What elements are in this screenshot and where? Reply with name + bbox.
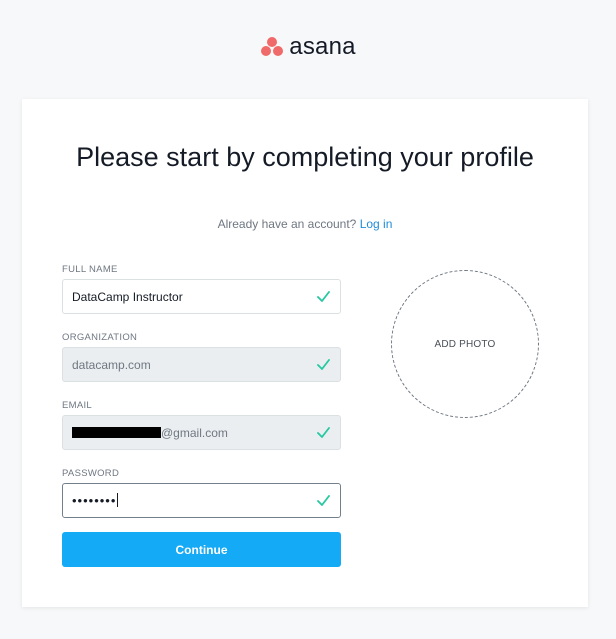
page-title: Please start by completing your profile <box>76 142 534 172</box>
login-link[interactable]: Log in <box>360 217 393 231</box>
asana-logo: asana <box>0 33 616 61</box>
full-name-value: DataCamp Instructor <box>72 289 183 304</box>
checkmark-icon <box>317 291 330 302</box>
checkmark-icon <box>317 495 330 506</box>
password-field[interactable]: •••••••• <box>62 483 341 518</box>
email-value: @gmail.com <box>72 426 340 440</box>
checkmark-icon <box>317 359 330 370</box>
login-prompt-text: Already have an account? <box>217 217 357 231</box>
full-name-field[interactable]: DataCamp Instructor <box>62 279 341 314</box>
organization-value: datacamp.com <box>72 357 151 372</box>
asana-logo-icon <box>260 37 284 57</box>
password-label: PASSWORD <box>62 468 120 479</box>
continue-button[interactable]: Continue <box>62 532 341 567</box>
text-caret <box>117 493 119 507</box>
email-label: EMAIL <box>62 400 93 411</box>
brand-name: asana <box>289 33 356 60</box>
add-photo-label: ADD PHOTO <box>434 338 496 350</box>
full-name-label: FULL NAME <box>62 264 118 275</box>
profile-card: Please start by completing your profile … <box>22 99 588 607</box>
email-field[interactable]: @gmail.com <box>62 415 341 450</box>
checkmark-icon <box>317 427 330 438</box>
redacted-block <box>72 426 161 438</box>
organization-label: ORGANIZATION <box>62 332 138 343</box>
login-prompt: Already have an account? Log in <box>22 217 588 231</box>
organization-field[interactable]: datacamp.com <box>62 347 341 382</box>
email-suffix: @gmail.com <box>161 425 228 440</box>
password-value: •••••••• <box>72 493 117 508</box>
add-photo-button[interactable]: ADD PHOTO <box>391 270 539 418</box>
